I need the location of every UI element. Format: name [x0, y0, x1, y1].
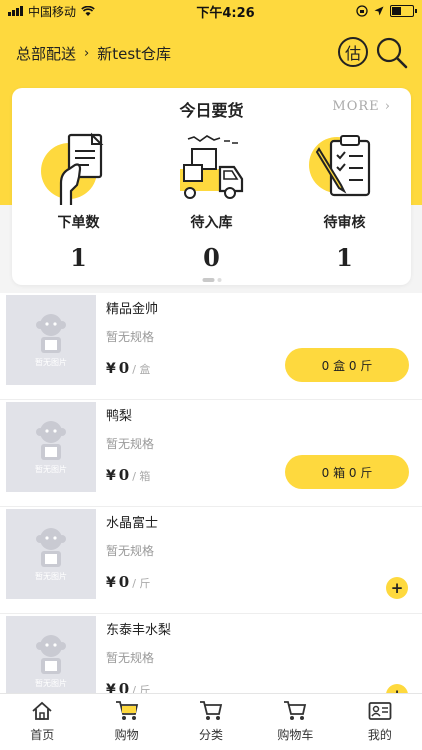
add-to-cart-button[interactable]: + — [386, 577, 408, 599]
tab-label: 分类 — [199, 728, 224, 742]
chevron-right-icon: › — [84, 45, 90, 61]
product-image-placeholder: 暂无图片 — [6, 295, 96, 385]
placeholder-mascot-icon — [36, 420, 66, 460]
tab-label: 我的 — [367, 728, 392, 742]
warehouse-name: 新test仓库 — [97, 44, 172, 63]
battery-icon — [389, 5, 417, 17]
list-item[interactable]: 暂无图片 精品金帅 暂无规格 ¥ 0 / 盒 0 盒 0 斤 — [0, 293, 422, 400]
product-price: ¥ 0 / 斤 — [106, 573, 151, 591]
stat-value: 0 — [203, 243, 220, 272]
tab-label: 购物车 — [277, 728, 314, 742]
tab-label: 首页 — [30, 728, 55, 742]
stat-pending-inbound[interactable]: 待入库 0 — [152, 130, 272, 272]
location-icon — [374, 6, 384, 16]
tab-shopping[interactable]: 购物 — [84, 694, 168, 750]
product-list[interactable]: 暂无图片 精品金帅 暂无规格 ¥ 0 / 盒 0 盒 0 斤 暂无图片 鸭梨 暂… — [0, 293, 422, 694]
product-name: 鸭梨 — [106, 409, 133, 424]
stat-value: 1 — [70, 243, 87, 272]
stat-value: 1 — [336, 243, 353, 272]
truck-icon — [152, 130, 272, 205]
carrier-label: 中国移动 — [28, 4, 77, 19]
profile-card-icon — [368, 700, 392, 722]
status-time: 下午4:26 — [196, 5, 255, 21]
product-name: 水晶富士 — [106, 516, 159, 531]
tab-home[interactable]: 首页 — [0, 694, 84, 750]
shopping-cart-icon — [115, 700, 139, 722]
tab-profile[interactable]: 我的 — [338, 694, 422, 750]
estimate-button[interactable]: 估 — [338, 37, 368, 67]
thumb-caption: 暂无图片 — [35, 464, 67, 474]
signal-icon — [8, 6, 23, 16]
stat-pending-review[interactable]: 待审核 1 — [285, 130, 405, 272]
tab-cart[interactable]: 购物车 — [253, 694, 337, 750]
quantity-button[interactable]: 0 箱 0 斤 — [285, 455, 409, 489]
list-item[interactable]: 暂无图片 水晶富士 暂无规格 ¥ 0 / 斤 + — [0, 507, 422, 614]
wifi-icon — [81, 5, 95, 16]
product-spec: 暂无规格 — [106, 437, 155, 451]
product-spec: 暂无规格 — [106, 651, 155, 665]
clipboard-checklist-icon — [285, 130, 405, 205]
search-icon — [376, 37, 408, 69]
thumb-caption: 暂无图片 — [35, 678, 67, 688]
stat-label: 待入库 — [190, 215, 233, 231]
tab-category[interactable]: 分类 — [169, 694, 253, 750]
product-image-placeholder: 暂无图片 — [6, 616, 96, 694]
category-cart-icon — [199, 700, 223, 722]
product-name: 精品金帅 — [106, 302, 159, 317]
product-spec: 暂无规格 — [106, 544, 155, 558]
product-price: ¥ 0 / 箱 — [106, 466, 151, 484]
stat-label: 待审核 — [323, 215, 366, 231]
org-name: 总部配送 — [16, 44, 77, 63]
search-button[interactable] — [376, 37, 408, 69]
product-price: ¥ 0 / 盒 — [106, 359, 151, 377]
product-price: ¥ 0 / 斤 — [106, 680, 151, 694]
thumb-caption: 暂无图片 — [35, 357, 67, 367]
placeholder-mascot-icon — [36, 313, 66, 353]
placeholder-mascot-icon — [36, 634, 66, 674]
daily-order-card: 今日要货 MORE › 下单数 1 待入库 0 待审核 1 — [12, 88, 411, 285]
tab-bar: 首页 购物 分类 购物车 我的 — [0, 693, 422, 750]
more-link[interactable]: MORE › — [332, 99, 391, 114]
list-item[interactable]: 暂无图片 鸭梨 暂无规格 ¥ 0 / 箱 0 箱 0 斤 — [0, 400, 422, 507]
product-spec: 暂无规格 — [106, 330, 155, 344]
placeholder-mascot-icon — [36, 527, 66, 567]
product-image-placeholder: 暂无图片 — [6, 509, 96, 599]
quantity-button[interactable]: 0 盒 0 斤 — [285, 348, 409, 382]
stat-orders[interactable]: 下单数 1 — [19, 130, 139, 272]
product-image-placeholder: 暂无图片 — [6, 402, 96, 492]
list-item[interactable]: 暂无图片 东泰丰水梨 暂无规格 ¥ 0 / 斤 + — [0, 614, 422, 694]
status-bar: 中国移动 下午4:26 — [0, 0, 422, 22]
product-name: 东泰丰水梨 — [106, 623, 172, 638]
estimate-icon: 估 — [344, 44, 361, 63]
thumb-caption: 暂无图片 — [35, 571, 67, 581]
top-nav: 总部配送 › 新test仓库 估 — [0, 22, 422, 84]
carousel-indicator — [202, 278, 221, 282]
home-icon — [31, 700, 53, 722]
orientation-lock-icon — [356, 5, 368, 17]
stat-label: 下单数 — [57, 215, 100, 231]
chevron-right-icon: › — [384, 99, 391, 114]
document-hand-icon — [19, 130, 139, 205]
tab-label: 购物 — [114, 728, 139, 742]
cart-icon — [283, 700, 307, 722]
breadcrumb[interactable]: 总部配送 › 新test仓库 — [16, 43, 171, 64]
